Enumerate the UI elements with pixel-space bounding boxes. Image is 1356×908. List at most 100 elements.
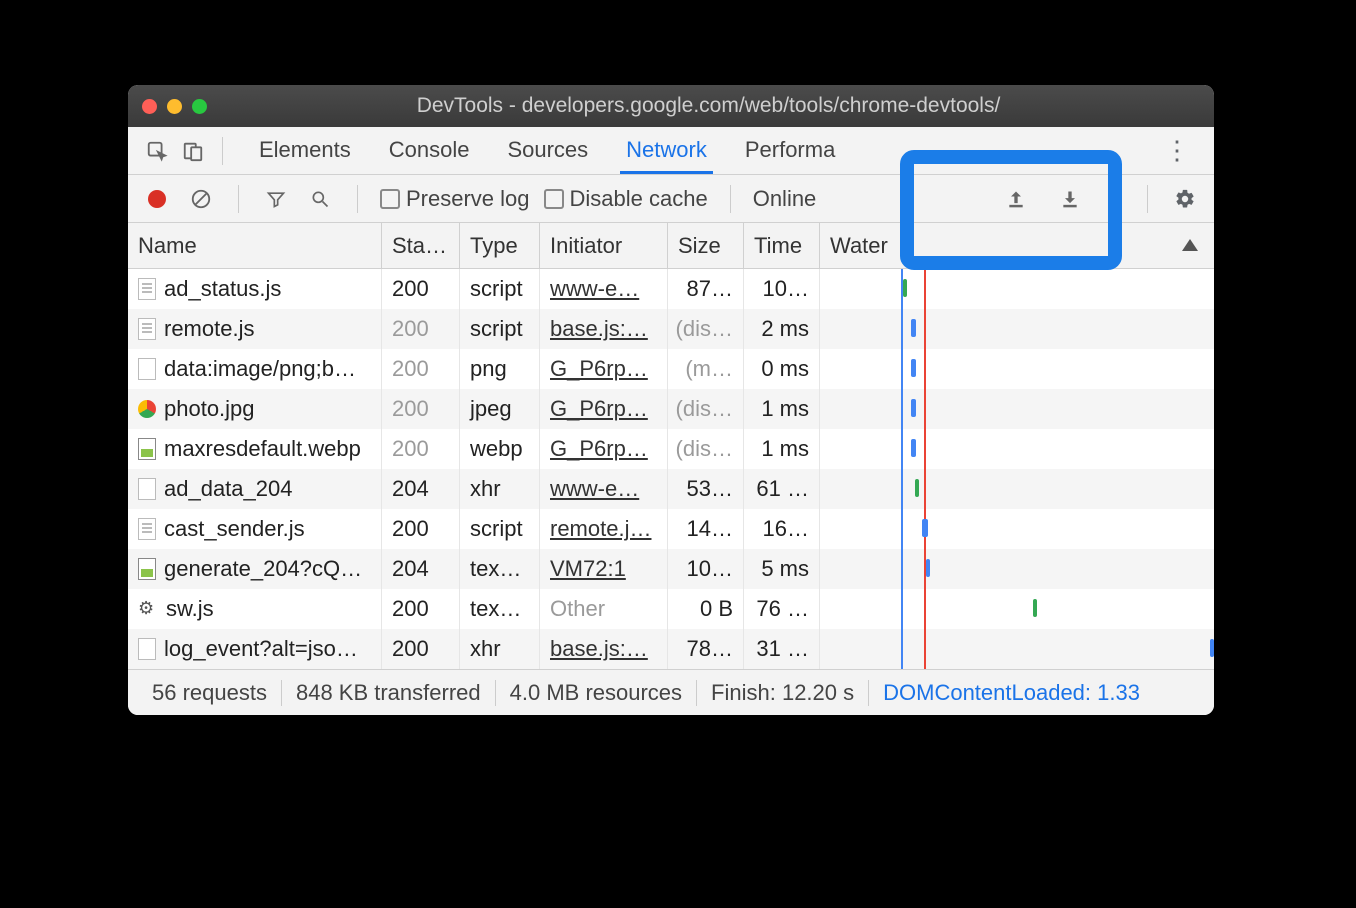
request-name: ad_data_204 — [164, 476, 292, 502]
table-row[interactable]: ⚙sw.js200tex…Other0 B76 … — [128, 589, 1214, 629]
sort-indicator-icon — [1182, 239, 1198, 251]
cell-initiator: base.js:… — [540, 309, 668, 349]
throttling-dropdown[interactable]: Online — [753, 186, 817, 212]
domcontentloaded-line — [901, 469, 903, 509]
table-row[interactable]: log_event?alt=jso…200xhrbase.js:…78…31 … — [128, 629, 1214, 669]
gear-file-icon: ⚙ — [138, 598, 158, 620]
table-row[interactable]: remote.js200scriptbase.js:…(dis…2 ms — [128, 309, 1214, 349]
more-options-icon[interactable]: ⋮ — [1154, 135, 1200, 166]
cell-name: maxresdefault.webp — [128, 429, 382, 469]
initiator-link[interactable]: G_P6rp… — [550, 436, 648, 462]
preserve-log-checkbox[interactable]: Preserve log — [380, 186, 530, 212]
header-name[interactable]: Name — [128, 223, 382, 268]
cell-waterfall — [820, 429, 1214, 469]
initiator-link[interactable]: www-e… — [550, 476, 639, 502]
tab-network[interactable]: Network — [620, 127, 713, 174]
disable-cache-checkbox[interactable]: Disable cache — [544, 186, 708, 212]
inspect-element-icon[interactable] — [142, 136, 172, 166]
tab-performa[interactable]: Performa — [739, 127, 841, 174]
timing-bar — [926, 559, 930, 577]
cell-time: 31 … — [744, 629, 820, 669]
cell-initiator: www-e… — [540, 269, 668, 309]
script-file-icon — [138, 278, 156, 300]
domcontentloaded-line — [901, 429, 903, 469]
load-line — [924, 589, 926, 629]
close-window-button[interactable] — [142, 99, 157, 114]
load-line — [924, 309, 926, 349]
separator — [357, 185, 358, 213]
cell-status: 200 — [382, 269, 460, 309]
generic-file-icon — [138, 638, 156, 660]
header-initiator[interactable]: Initiator — [540, 223, 668, 268]
initiator-link[interactable]: www-e… — [550, 276, 639, 302]
timing-bar — [911, 319, 916, 337]
table-row[interactable]: data:image/png;b…200pngG_P6rp…(m…0 ms — [128, 349, 1214, 389]
titlebar: DevTools - developers.google.com/web/too… — [128, 85, 1214, 127]
table-row[interactable]: ad_data_204204xhrwww-e…53…61 … — [128, 469, 1214, 509]
upload-har-icon[interactable] — [1001, 184, 1031, 214]
request-name: log_event?alt=jso… — [164, 636, 358, 662]
clear-button[interactable] — [186, 184, 216, 214]
cell-size: 53… — [668, 469, 744, 509]
minimize-window-button[interactable] — [167, 99, 182, 114]
header-size[interactable]: Size — [668, 223, 744, 268]
chrome-icon — [138, 400, 156, 418]
table-row[interactable]: photo.jpg200jpegG_P6rp…(dis…1 ms — [128, 389, 1214, 429]
cell-waterfall — [820, 349, 1214, 389]
status-requests: 56 requests — [138, 680, 282, 706]
download-har-icon[interactable] — [1055, 184, 1085, 214]
table-row[interactable]: ad_status.js200scriptwww-e…87…10… — [128, 269, 1214, 309]
initiator-link[interactable]: G_P6rp… — [550, 396, 648, 422]
domcontentloaded-line — [901, 629, 903, 669]
settings-icon[interactable] — [1170, 184, 1200, 214]
load-line — [924, 469, 926, 509]
header-type[interactable]: Type — [460, 223, 540, 268]
cell-name: ⚙ sw.js — [128, 589, 382, 629]
cell-time: 1 ms — [744, 389, 820, 429]
timing-bar — [922, 519, 928, 537]
load-line — [924, 269, 926, 309]
window-controls — [142, 99, 207, 114]
domcontentloaded-line — [901, 309, 903, 349]
filter-icon[interactable] — [261, 184, 291, 214]
initiator-link[interactable]: VM72:1 — [550, 556, 626, 582]
header-waterfall[interactable]: Water — [820, 223, 1214, 268]
header-time[interactable]: Time — [744, 223, 820, 268]
record-button[interactable] — [142, 184, 172, 214]
request-name: remote.js — [164, 316, 254, 342]
separator — [1147, 185, 1148, 213]
cell-type: script — [460, 509, 540, 549]
initiator-link[interactable]: G_P6rp… — [550, 356, 648, 382]
generic-file-icon — [138, 358, 156, 380]
request-name: ad_status.js — [164, 276, 281, 302]
cell-initiator: G_P6rp… — [540, 429, 668, 469]
script-file-icon — [138, 518, 156, 540]
cell-time: 1 ms — [744, 429, 820, 469]
initiator-link[interactable]: base.js:… — [550, 636, 648, 662]
tab-console[interactable]: Console — [383, 127, 476, 174]
initiator-link[interactable]: remote.j… — [550, 516, 651, 542]
request-name: sw.js — [166, 596, 214, 622]
status-bar: 56 requests 848 KB transferred 4.0 MB re… — [128, 669, 1214, 715]
image-file-icon — [138, 438, 156, 460]
table-row[interactable]: generate_204?cQ…204tex…VM72:110…5 ms — [128, 549, 1214, 589]
cell-size: 87… — [668, 269, 744, 309]
request-name: data:image/png;b… — [164, 356, 356, 382]
initiator-link[interactable]: base.js:… — [550, 316, 648, 342]
request-name: cast_sender.js — [164, 516, 305, 542]
table-row[interactable]: cast_sender.js200scriptremote.j…14…16… — [128, 509, 1214, 549]
cell-status: 200 — [382, 509, 460, 549]
search-icon[interactable] — [305, 184, 335, 214]
load-line — [924, 389, 926, 429]
zoom-window-button[interactable] — [192, 99, 207, 114]
table-row[interactable]: maxresdefault.webp200webpG_P6rp…(dis…1 m… — [128, 429, 1214, 469]
cell-waterfall — [820, 589, 1214, 629]
tab-sources[interactable]: Sources — [501, 127, 594, 174]
cell-size: 78… — [668, 629, 744, 669]
header-status[interactable]: Sta… — [382, 223, 460, 268]
device-toolbar-icon[interactable] — [178, 136, 208, 166]
generic-file-icon — [138, 478, 156, 500]
cell-status: 200 — [382, 629, 460, 669]
tab-elements[interactable]: Elements — [253, 127, 357, 174]
cell-status: 200 — [382, 429, 460, 469]
